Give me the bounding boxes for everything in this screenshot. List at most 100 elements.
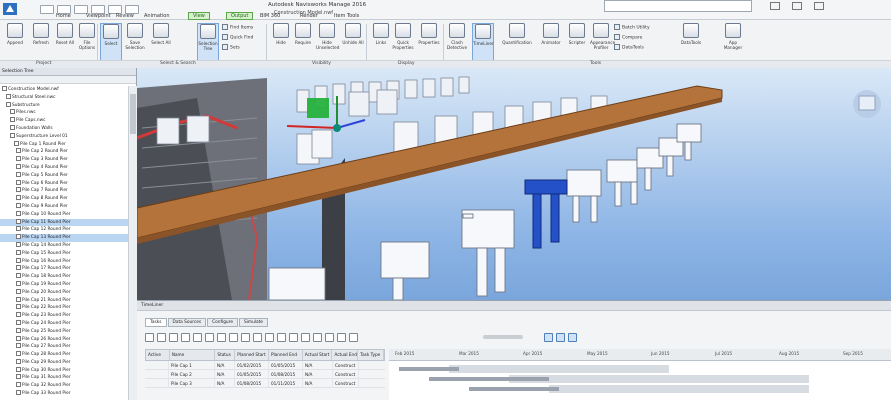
expand-toggle-icon[interactable] — [16, 257, 21, 263]
tree-item[interactable]: Pile Cap 31 Round Pier — [0, 374, 128, 382]
tab-output[interactable]: Output — [226, 12, 254, 20]
col-task-type[interactable]: Task Type — [358, 350, 385, 360]
tree-item[interactable]: Pile Cap 14 Round Pier — [0, 241, 128, 250]
insert-task-icon[interactable] — [157, 332, 166, 342]
expand-toggle-icon[interactable] — [10, 109, 15, 115]
expand-toggle-icon[interactable] — [16, 202, 21, 208]
tree-item[interactable]: Pile Cap 10 Round Pier — [0, 210, 128, 219]
panel-label-tools[interactable]: Tools — [590, 61, 601, 66]
col-active[interactable]: Active — [146, 350, 170, 360]
tree-item[interactable]: Pile Cap 1 Round Pier — [0, 140, 128, 149]
expand-toggle-icon[interactable] — [16, 358, 21, 364]
tree-item[interactable]: Pile Cap 32 Round Pier — [0, 382, 128, 390]
tree-item[interactable]: Pile Cap 19 Round Pier — [0, 280, 128, 289]
tree-item[interactable]: Pile Cap 2 Round Pier — [0, 148, 128, 156]
properties-button[interactable]: Properties — [418, 23, 440, 61]
tree-item[interactable]: Pile Caps.nwc — [0, 117, 128, 125]
expand-toggle-icon[interactable] — [16, 148, 21, 154]
tab-data-sources[interactable]: Data Sources — [167, 318, 207, 327]
tree-item[interactable]: Pile Cap 16 Round Pier — [0, 257, 128, 266]
batch-utility-button[interactable]: Batch Utility — [614, 24, 650, 32]
outdent-icon[interactable] — [265, 332, 274, 342]
tree-item[interactable]: Pile Cap 25 Round Pier — [0, 327, 128, 336]
task-cell[interactable] — [145, 379, 169, 387]
expand-toggle-icon[interactable] — [16, 249, 21, 255]
clash-detective-button[interactable]: Clash Detective — [446, 23, 468, 61]
hide-unselected-button[interactable]: Hide Unselected — [316, 23, 339, 61]
help-search-input[interactable] — [604, 0, 752, 12]
indent-icon[interactable] — [253, 332, 262, 342]
col-planned-end[interactable]: Planned End — [269, 350, 303, 360]
expand-toggle-icon[interactable] — [16, 226, 21, 232]
tab-tasks[interactable]: Tasks — [145, 318, 167, 327]
tree-item[interactable]: Pile Cap 26 Round Pier — [0, 335, 128, 344]
tree-scrollbar-thumb[interactable] — [130, 94, 136, 134]
tab-configure[interactable]: Configure — [207, 318, 238, 327]
scene-viewport[interactable] — [137, 68, 891, 300]
tree-item[interactable]: Pile Cap 11 Round Pier — [0, 218, 128, 227]
tree-item[interactable]: Foundation Walls — [0, 124, 128, 133]
link-icon[interactable] — [277, 332, 286, 342]
expand-toggle-icon[interactable] — [14, 140, 19, 146]
reset-all-button[interactable]: Reset All — [54, 23, 76, 61]
panel-label-visibility[interactable]: Visibility — [312, 61, 331, 66]
tab-view[interactable]: View — [188, 12, 210, 20]
tree-item[interactable]: Pile Cap 5 Round Pier — [0, 171, 128, 180]
expand-toggle-icon[interactable] — [16, 374, 21, 380]
expand-toggle-icon[interactable] — [16, 163, 21, 169]
expand-toggle-icon[interactable] — [16, 234, 21, 240]
gantt-options-icon[interactable] — [325, 332, 334, 342]
save-selection-button[interactable]: Save Selection — [124, 23, 146, 61]
expand-toggle-icon[interactable] — [16, 210, 21, 216]
show-dates-icon[interactable] — [337, 332, 346, 342]
expand-toggle-icon[interactable] — [10, 132, 15, 138]
tab-home[interactable]: Home — [52, 12, 75, 20]
expand-toggle-icon[interactable] — [6, 93, 11, 99]
expand-toggle-icon[interactable] — [16, 195, 21, 201]
tab-animation[interactable]: Animation — [140, 12, 174, 20]
selection-tree-button[interactable]: Selection Tree — [197, 23, 219, 61]
close-icon[interactable] — [814, 2, 824, 10]
compare-button[interactable]: Compare — [614, 34, 642, 42]
zoom-in-icon[interactable] — [301, 332, 310, 342]
panel-label-project[interactable]: Project — [36, 61, 51, 66]
tree-item[interactable]: Construction Model.nwf — [0, 86, 128, 94]
expand-toggle-icon[interactable] — [16, 319, 21, 325]
tree-item[interactable]: Pile Cap 29 Round Pier — [0, 358, 128, 367]
expand-toggle-icon[interactable] — [16, 171, 21, 177]
tree-item[interactable]: Pile Cap 17 Round Pier — [0, 265, 128, 273]
tab-render[interactable]: Render — [296, 12, 322, 20]
viewcube-icon[interactable] — [853, 90, 881, 118]
tree-item[interactable]: Pile Cap 20 Round Pier — [0, 288, 128, 297]
selected-pier[interactable] — [524, 179, 568, 249]
tree-item[interactable]: Pile Cap 6 Round Pier — [0, 179, 128, 188]
tab-viewpoint[interactable]: Viewpoint — [82, 12, 115, 20]
animator-button[interactable]: Animator — [538, 23, 564, 61]
expand-toggle-icon[interactable] — [16, 273, 21, 279]
expand-toggle-icon[interactable] — [16, 156, 21, 162]
import-icon[interactable] — [229, 332, 238, 342]
select-button[interactable]: Select — [100, 23, 122, 61]
unhide-all-button[interactable]: Unhide All — [342, 23, 364, 61]
append-button[interactable]: Append — [4, 23, 26, 61]
show-gantt-icon[interactable] — [349, 332, 358, 342]
tree-item[interactable]: Structural Steel.nwc — [0, 93, 128, 102]
tab-item-tools[interactable]: Item Tools — [330, 12, 363, 20]
expand-toggle-icon[interactable] — [10, 124, 15, 130]
col-name[interactable]: Name — [170, 350, 216, 360]
app-logo-icon[interactable] — [2, 2, 18, 16]
timeliner-button[interactable]: TimeLiner — [472, 23, 494, 61]
hide-button[interactable]: Hide — [270, 23, 292, 61]
expand-toggle-icon[interactable] — [16, 280, 21, 286]
expand-toggle-icon[interactable] — [16, 351, 21, 357]
tree-scrollbar[interactable] — [128, 86, 137, 400]
col-planned-start[interactable]: Planned Start — [235, 350, 269, 360]
tree-item[interactable]: Pile Cap 30 Round Pier — [0, 366, 128, 375]
require-button[interactable]: Require — [292, 23, 314, 61]
expand-toggle-icon[interactable] — [2, 86, 7, 91]
tree-item[interactable]: Pile Cap 21 Round Pier — [0, 296, 128, 305]
quantification-button[interactable]: Quantification — [500, 23, 534, 61]
auto-add-icon[interactable] — [169, 332, 178, 342]
expand-toggle-icon[interactable] — [10, 117, 15, 123]
tree-item[interactable]: Pile Cap 4 Round Pier — [0, 163, 128, 172]
